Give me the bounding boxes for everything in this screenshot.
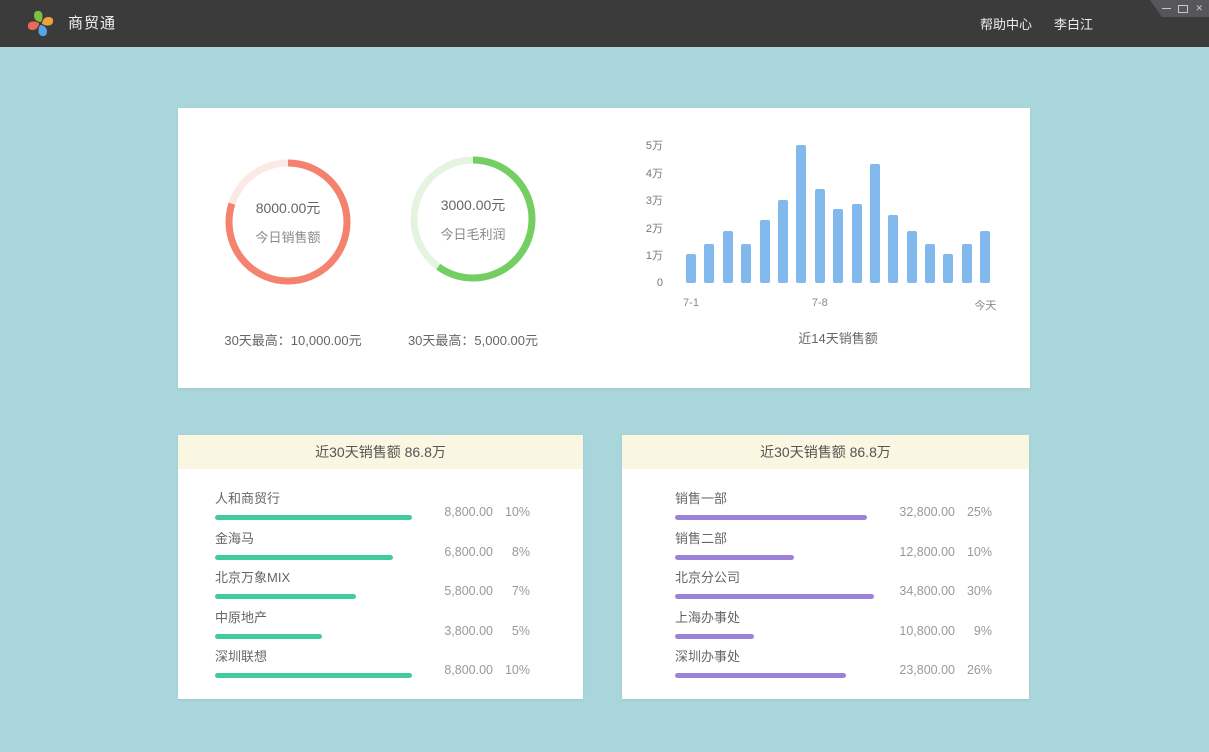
list-item-amount: 12,800.00 [875,545,955,559]
list-item-value: 12,800.0010% [875,545,992,559]
department-ranking-rows: 销售一部32,800.0025% 销售二部12,800.0010% 北京分公司34,… [622,469,1029,678]
daily-sales-bar [870,164,880,283]
list-item-percent: 9% [955,624,992,638]
list-item-percent: 8% [493,545,530,559]
help-center-link[interactable]: 帮助中心 [980,14,1032,33]
pinwheel-logo-icon [27,10,54,37]
daily-sales-bar [704,244,714,283]
daily-sales-bar [686,254,696,283]
header-menu: 帮助中心 李白江 [980,0,1093,47]
bar-chart-xlabels: 7-1 7-8 今天 [686,297,1006,311]
daily-sales-bar [980,231,990,283]
list-item-percent: 10% [955,545,992,559]
list-item-amount: 10,800.00 [875,624,955,638]
daily-sales-bar [778,200,788,283]
list-item-percent: 10% [493,663,530,677]
list-item-amount: 34,800.00 [875,584,955,598]
minimize-icon[interactable] [1162,8,1171,9]
bar-chart-title: 近14天销售额 [686,328,990,347]
maximize-icon[interactable] [1178,5,1188,13]
bar-chart-yticks: 5万4万3万2万1万0 [608,145,663,283]
y-tick-label: 1万 [646,247,663,263]
y-tick-label: 2万 [646,220,663,236]
list-item-bar [215,673,412,678]
customer-ranking-title: 近30天销售额 86.8万 [178,435,583,469]
list-item-value: 5,800.007% [413,584,530,598]
sales-14day-bar-chart: 5万 4万 3万 2万 1万 0 7-1 7-8 今天 近14天销售额 [178,108,1030,388]
list-item: 金海马6,800.008% [215,531,530,560]
list-item-bar [675,673,846,678]
department-sales-ranking-card: 近30天销售额 86.8万 销售一部32,800.0025% 销售二部12,800… [622,435,1029,699]
list-item-value: 10,800.009% [875,624,992,638]
customer-ranking-rows: 人和商贸行8,800.0010% 金海马6,800.008% 北京万象MIX5,80… [178,469,583,678]
list-item-bar [215,634,322,639]
list-item-amount: 6,800.00 [413,545,493,559]
app-window: 商贸通 帮助中心 李白江 ✕ 8000.00元 今日销售额 30天最高：10,0… [0,0,1209,752]
daily-sales-bar [833,209,843,284]
list-item-amount: 23,800.00 [875,663,955,677]
list-item-bar [675,634,754,639]
list-item: 深圳办事处23,800.0026% [675,649,992,678]
list-item-value: 34,800.0030% [875,584,992,598]
list-item: 销售二部12,800.0010% [675,531,992,560]
list-item-value: 8,800.0010% [413,663,530,677]
daily-sales-bar [907,231,917,283]
daily-sales-bar [796,145,806,283]
list-item-percent: 30% [955,584,992,598]
bar-chart-bars [686,145,990,283]
list-item-percent: 26% [955,663,992,677]
x-tick-label: 今天 [974,297,996,313]
daily-sales-bar [852,204,862,283]
list-item-amount: 32,800.00 [875,505,955,519]
list-item: 上海办事处10,800.009% [675,610,992,639]
y-tick-label: 0 [657,277,663,289]
close-icon[interactable]: ✕ [1195,4,1203,13]
daily-sales-bar [741,244,751,283]
daily-sales-bar [943,254,953,283]
list-item: 中原地产3,800.005% [215,610,530,639]
list-item-amount: 5,800.00 [413,584,493,598]
list-item-value: 23,800.0026% [875,663,992,677]
x-tick-label: 7-8 [812,297,828,309]
list-item-bar [675,555,794,560]
daily-sales-bar [815,189,825,283]
app-title: 商贸通 [68,0,116,47]
x-tick-label: 7-1 [683,297,699,309]
list-item: 深圳联想8,800.0010% [215,649,530,678]
list-item: 北京万象MIX5,800.007% [215,570,530,599]
list-item: 北京分公司34,800.0030% [675,570,992,599]
list-item: 人和商贸行8,800.0010% [215,491,530,520]
list-item-bar [675,594,874,599]
list-item-amount: 8,800.00 [413,663,493,677]
list-item-bar [215,515,412,520]
y-tick-label: 5万 [646,137,663,153]
list-item-percent: 10% [493,505,530,519]
list-item-bar [215,594,356,599]
username-link[interactable]: 李白江 [1054,14,1093,33]
list-item-percent: 5% [493,624,530,638]
department-ranking-title: 近30天销售额 86.8万 [622,435,1029,469]
list-item-percent: 7% [493,584,530,598]
list-item-percent: 25% [955,505,992,519]
list-item-amount: 3,800.00 [413,624,493,638]
window-controls: ✕ [1140,0,1209,17]
daily-sales-bar [760,220,770,284]
daily-sales-bar [723,231,733,283]
daily-sales-bar [962,244,972,283]
customer-sales-ranking-card: 近30天销售额 86.8万 人和商贸行8,800.0010% 金海马6,800.0… [178,435,583,699]
y-tick-label: 4万 [646,165,663,181]
daily-sales-bar [888,215,898,283]
list-item-amount: 8,800.00 [413,505,493,519]
app-header: 商贸通 帮助中心 李白江 ✕ [0,0,1209,47]
today-summary-card: 8000.00元 今日销售额 30天最高：10,000.00元 3000.00元… [178,108,1030,388]
list-item: 销售一部32,800.0025% [675,491,992,520]
y-tick-label: 3万 [646,192,663,208]
list-item-bar [215,555,393,560]
list-item-value: 6,800.008% [413,545,530,559]
list-item-value: 32,800.0025% [875,505,992,519]
list-item-value: 8,800.0010% [413,505,530,519]
list-item-bar [675,515,867,520]
list-item-value: 3,800.005% [413,624,530,638]
daily-sales-bar [925,244,935,283]
